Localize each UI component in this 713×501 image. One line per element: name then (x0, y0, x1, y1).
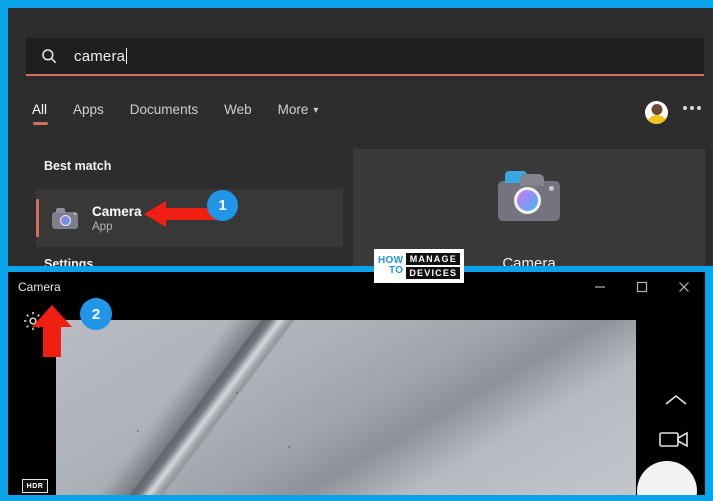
best-match-heading: Best match (44, 159, 112, 173)
camera-app-window: Camera HDR (8, 272, 705, 495)
watermark-boxes: MANAGE DEVICES (406, 253, 461, 279)
tab-all[interactable]: All (32, 102, 49, 125)
search-icon (42, 49, 57, 64)
avatar-face (651, 104, 662, 115)
tab-all-label: All (32, 102, 48, 117)
callout-badge-1: 1 (207, 190, 238, 221)
watermark-manage: MANAGE (406, 253, 461, 265)
search-panel-frame: camera All Apps Documents Web More ▾ Best… (0, 0, 713, 268)
account-avatar[interactable] (645, 101, 668, 124)
watermark-how-to: HOW TO (378, 256, 403, 276)
camera-app-frame: Camera HDR (0, 266, 713, 501)
arrow-up-icon (32, 305, 72, 357)
tab-more-label: More (277, 102, 309, 117)
search-result-title: Camera (92, 203, 142, 219)
tab-documents-label: Documents (129, 102, 199, 117)
watermark-devices: DEVICES (406, 267, 461, 279)
search-input-value: camera (74, 47, 128, 65)
camera-icon (498, 171, 560, 221)
search-result-subtitle: App (92, 220, 113, 233)
tab-apps-label: Apps (73, 102, 104, 117)
maximize-icon[interactable] (621, 272, 663, 302)
screenshot-root: camera All Apps Documents Web More ▾ Best… (0, 0, 713, 501)
tab-web[interactable]: Web (224, 102, 252, 125)
camera-titlebar: Camera (8, 272, 705, 302)
chevron-up-icon[interactable] (661, 390, 691, 410)
shutter-button[interactable] (637, 461, 697, 495)
search-input[interactable]: camera (26, 38, 704, 76)
search-filter-tabs: All Apps Documents Web More ▾ (32, 102, 318, 125)
camera-icon (52, 207, 78, 229)
ellipsis-icon[interactable] (683, 106, 701, 110)
watermark: HOW TO MANAGE DEVICES (374, 249, 464, 283)
hdr-badge: HDR (22, 479, 48, 493)
callout-badge-2: 2 (80, 298, 112, 330)
chevron-down-icon: ▾ (313, 105, 319, 116)
watermark-to: TO (389, 265, 404, 276)
tab-apps[interactable]: Apps (73, 102, 104, 125)
search-text: camera (74, 47, 126, 65)
tab-more[interactable]: More ▾ (278, 102, 319, 125)
search-result-text: Camera App (92, 204, 142, 233)
selection-accent-bar (36, 199, 39, 237)
callout-badge-2-label: 2 (91, 305, 101, 323)
text-caret (126, 48, 128, 64)
tab-documents[interactable]: Documents (130, 102, 198, 125)
close-icon[interactable] (663, 272, 705, 302)
camera-window-title: Camera (18, 280, 61, 294)
video-camera-icon[interactable] (657, 427, 691, 451)
callout-badge-1-label: 1 (218, 197, 227, 214)
camera-viewport (56, 320, 636, 495)
window-controls (579, 272, 705, 302)
windows-search-panel: camera All Apps Documents Web More ▾ Best… (8, 8, 713, 268)
tab-web-label: Web (224, 102, 252, 117)
avatar-body (646, 115, 667, 124)
minimize-icon[interactable] (579, 272, 621, 302)
